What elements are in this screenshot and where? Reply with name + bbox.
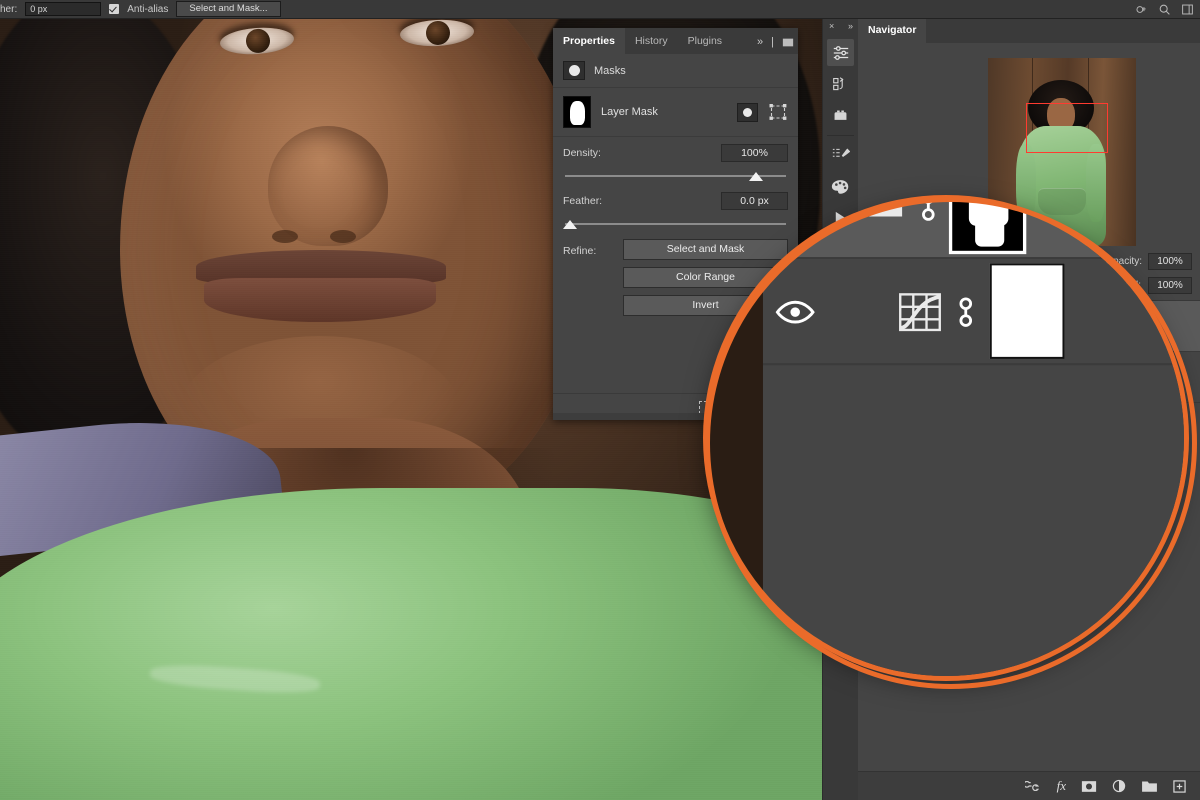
panel-menu-icon[interactable]: |	[767, 30, 778, 54]
layer-name-group-1[interactable]: Group 1	[1038, 200, 1150, 220]
layer-mask-row[interactable]: Layer Mask	[553, 88, 798, 137]
tab-navigator[interactable]: Navigator	[858, 18, 927, 43]
link-mask-icon[interactable]	[956, 293, 975, 328]
share-icon[interactable]	[1135, 3, 1148, 16]
curves-adjustment-icon	[898, 291, 942, 331]
feather-label: her:	[0, 3, 18, 15]
tab-properties[interactable]: Properties	[553, 28, 625, 54]
tab-plugins[interactable]: Plugins	[678, 28, 732, 54]
feather-label: Feather:	[563, 195, 603, 207]
layer-rows: ⌄ Group 1	[762, 200, 1184, 366]
mask-icon	[563, 61, 585, 80]
link-mask-icon[interactable]	[919, 200, 938, 223]
comments-icon[interactable]	[827, 103, 854, 130]
layer-mask-label: Layer Mask	[601, 106, 658, 118]
layer-row-group-1[interactable]: ⌄ Group 1	[762, 200, 1184, 260]
magnifier-loupe: Properties History Plugins Feather: 0.0 …	[708, 200, 1184, 676]
refine-label: Refine:	[563, 245, 597, 257]
magnified-layers-panel: Channels Kind ⌄ Pass Through ⌄	[762, 200, 1184, 676]
folder-icon	[865, 200, 905, 220]
density-control: Density: 100%	[553, 137, 798, 185]
options-bar: her: 0 px Anti-alias Select and Mask...	[0, 0, 1200, 19]
navigator-tab-bar: Navigator	[858, 18, 1200, 43]
rail-header: × »	[823, 18, 858, 34]
magnified-canvas	[708, 200, 768, 676]
layers-panel-footer: fx	[858, 771, 1200, 800]
layer-row-adjustment[interactable]	[762, 259, 1184, 366]
group-mask-thumbnail[interactable]	[952, 200, 1024, 251]
magnified-content: Properties History Plugins Feather: 0.0 …	[708, 200, 1184, 676]
visibility-eye-icon[interactable]	[775, 298, 815, 325]
vector-mask-icon[interactable]	[768, 103, 788, 121]
options-bar-right	[1135, 0, 1194, 18]
adjustments-icon[interactable]	[827, 39, 854, 66]
add-layer-mask-icon[interactable]	[1081, 780, 1097, 793]
masks-title: Masks	[594, 64, 626, 77]
layer-mask-thumbnail[interactable]	[563, 96, 591, 128]
feather-input[interactable]: 0 px	[25, 2, 102, 16]
swatches-palette-icon[interactable]	[827, 173, 854, 200]
photoshop-window: her: 0 px Anti-alias Select and Mask... …	[0, 0, 1200, 800]
tab-history[interactable]: History	[625, 28, 678, 54]
panel-overflow-icon[interactable]: »	[753, 30, 767, 54]
navigator-view-box[interactable]	[1026, 103, 1108, 153]
anti-alias-checkbox[interactable]	[109, 4, 120, 14]
anti-alias-label: Anti-alias	[127, 3, 169, 15]
canvas-background	[708, 200, 768, 676]
rail-divider	[827, 135, 854, 136]
close-icon[interactable]: ×	[829, 21, 834, 31]
density-slider-handle[interactable]	[749, 172, 763, 181]
search-icon[interactable]	[1158, 3, 1171, 16]
pixel-mask-icon[interactable]	[737, 102, 758, 122]
properties-tab-bar: Properties History Plugins » |	[553, 28, 798, 54]
density-value[interactable]: 100%	[721, 144, 788, 162]
adjustment-mask-thumbnail[interactable]	[989, 263, 1065, 359]
density-label: Density:	[563, 147, 601, 159]
workspace-icon[interactable]	[1181, 3, 1194, 16]
density-slider[interactable]	[563, 171, 788, 185]
expand-panels-icon[interactable]: »	[848, 21, 853, 31]
select-and-mask-button[interactable]: Select and Mask...	[176, 1, 281, 17]
expand-group-chevron-icon[interactable]: ⌄	[830, 200, 851, 220]
masks-section-header: Masks	[553, 54, 798, 88]
new-group-icon[interactable]	[1141, 780, 1158, 793]
brush-settings-icon[interactable]	[827, 141, 854, 168]
visibility-eye-icon[interactable]	[775, 200, 815, 219]
feather-slider-handle[interactable]	[563, 220, 577, 229]
panel-collapse-icon[interactable]	[778, 31, 798, 54]
add-layer-style-icon[interactable]: fx	[1057, 778, 1066, 794]
link-layers-icon[interactable]	[1024, 781, 1042, 791]
new-layer-icon[interactable]	[1173, 779, 1186, 793]
libraries-icon[interactable]	[827, 71, 854, 98]
new-adjustment-layer-icon[interactable]	[1112, 779, 1126, 793]
